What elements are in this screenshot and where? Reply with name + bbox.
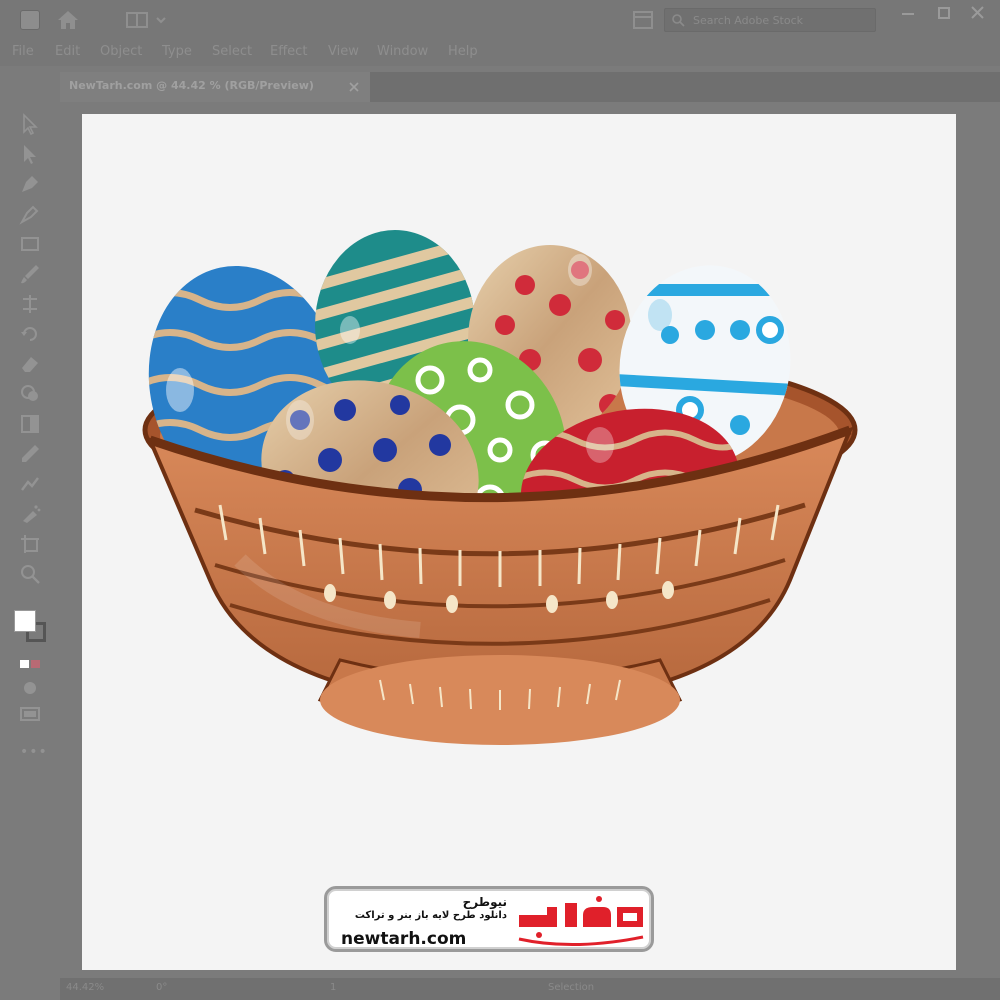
watermark-badge: نیوطرح دانلود طرح لایه باز بنر و تراکت n… xyxy=(324,886,654,952)
gradient-tool-icon[interactable] xyxy=(18,412,42,436)
watermark-brand: نیوطرح xyxy=(462,895,507,909)
menu-view[interactable]: View xyxy=(328,44,359,59)
tab-close-icon[interactable] xyxy=(348,81,360,93)
rotate-view-angle[interactable]: 0° xyxy=(156,982,167,993)
minimize-icon[interactable] xyxy=(896,4,920,24)
menu-select[interactable]: Select xyxy=(212,44,252,59)
status-bar: 44.42% 0° 1 Selection xyxy=(60,978,1000,1000)
menu-window[interactable]: Window xyxy=(377,44,428,59)
zoom-tool-icon[interactable] xyxy=(18,562,42,586)
fill-swatch[interactable] xyxy=(14,610,36,632)
title-bar xyxy=(0,0,1000,40)
rectangle-tool-icon[interactable] xyxy=(18,232,42,256)
watermark-url: newtarh.com xyxy=(341,929,467,949)
document-tab-bar: NewTarh.com @ 44.42 % (RGB/Preview) xyxy=(60,72,1000,102)
width-tool-icon[interactable] xyxy=(18,292,42,316)
home-icon[interactable] xyxy=(55,8,81,32)
color-mode-icon[interactable] xyxy=(18,652,42,676)
fill-stroke-swatches[interactable] xyxy=(14,610,48,646)
menu-object[interactable]: Object xyxy=(100,44,142,59)
rotate-tool-icon[interactable] xyxy=(18,322,42,346)
artboard-tool-icon[interactable] xyxy=(18,532,42,556)
shape-builder-tool-icon[interactable] xyxy=(18,382,42,406)
eraser-tool-icon[interactable] xyxy=(18,352,42,376)
document-tab-title: NewTarh.com @ 44.42 % (RGB/Preview) xyxy=(69,79,314,92)
workspace-switcher-icon[interactable] xyxy=(125,10,171,30)
pen-tool-icon[interactable] xyxy=(18,172,42,196)
newtarh-logo-icon xyxy=(518,896,644,946)
blend-tool-icon[interactable] xyxy=(18,472,42,496)
current-tool-mode[interactable]: Selection xyxy=(548,982,594,993)
watermark-text: نیوطرح دانلود طرح لایه باز بنر و تراکت xyxy=(337,895,507,921)
curvature-tool-icon[interactable] xyxy=(18,202,42,226)
search-icon xyxy=(672,14,685,27)
stock-search-box[interactable] xyxy=(664,8,876,32)
tools-panel: ••• xyxy=(8,104,52,984)
watermark-tagline: دانلود طرح لایه باز بنر و تراکت xyxy=(354,910,507,921)
search-input[interactable] xyxy=(693,11,869,29)
drawing-mode-icon[interactable] xyxy=(18,676,42,700)
symbol-sprayer-tool-icon[interactable] xyxy=(18,502,42,526)
app-logo-icon[interactable] xyxy=(20,10,40,30)
document-tab[interactable]: NewTarh.com @ 44.42 % (RGB/Preview) xyxy=(60,72,370,102)
menu-bar: File Edit Object Type Select Effect View… xyxy=(0,40,1000,66)
artboard[interactable] xyxy=(82,114,956,970)
zoom-level[interactable]: 44.42% xyxy=(66,982,104,993)
screen-mode-icon[interactable] xyxy=(18,702,42,726)
easter-egg-basket-illustration xyxy=(138,230,858,745)
maximize-icon[interactable] xyxy=(932,4,956,24)
more-tools-icon[interactable]: ••• xyxy=(20,744,48,760)
menu-type[interactable]: Type xyxy=(162,44,192,59)
eyedropper-tool-icon[interactable] xyxy=(18,442,42,466)
menu-effect[interactable]: Effect xyxy=(270,44,307,59)
arrange-documents-icon[interactable] xyxy=(632,10,654,30)
menu-help[interactable]: Help xyxy=(448,44,478,59)
paintbrush-tool-icon[interactable] xyxy=(18,262,42,286)
menu-file[interactable]: File xyxy=(12,44,34,59)
selection-tool-icon[interactable] xyxy=(18,112,42,136)
artboard-number[interactable]: 1 xyxy=(330,982,336,993)
close-icon[interactable] xyxy=(966,4,990,24)
direct-selection-tool-icon[interactable] xyxy=(18,142,42,166)
menu-edit[interactable]: Edit xyxy=(55,44,80,59)
